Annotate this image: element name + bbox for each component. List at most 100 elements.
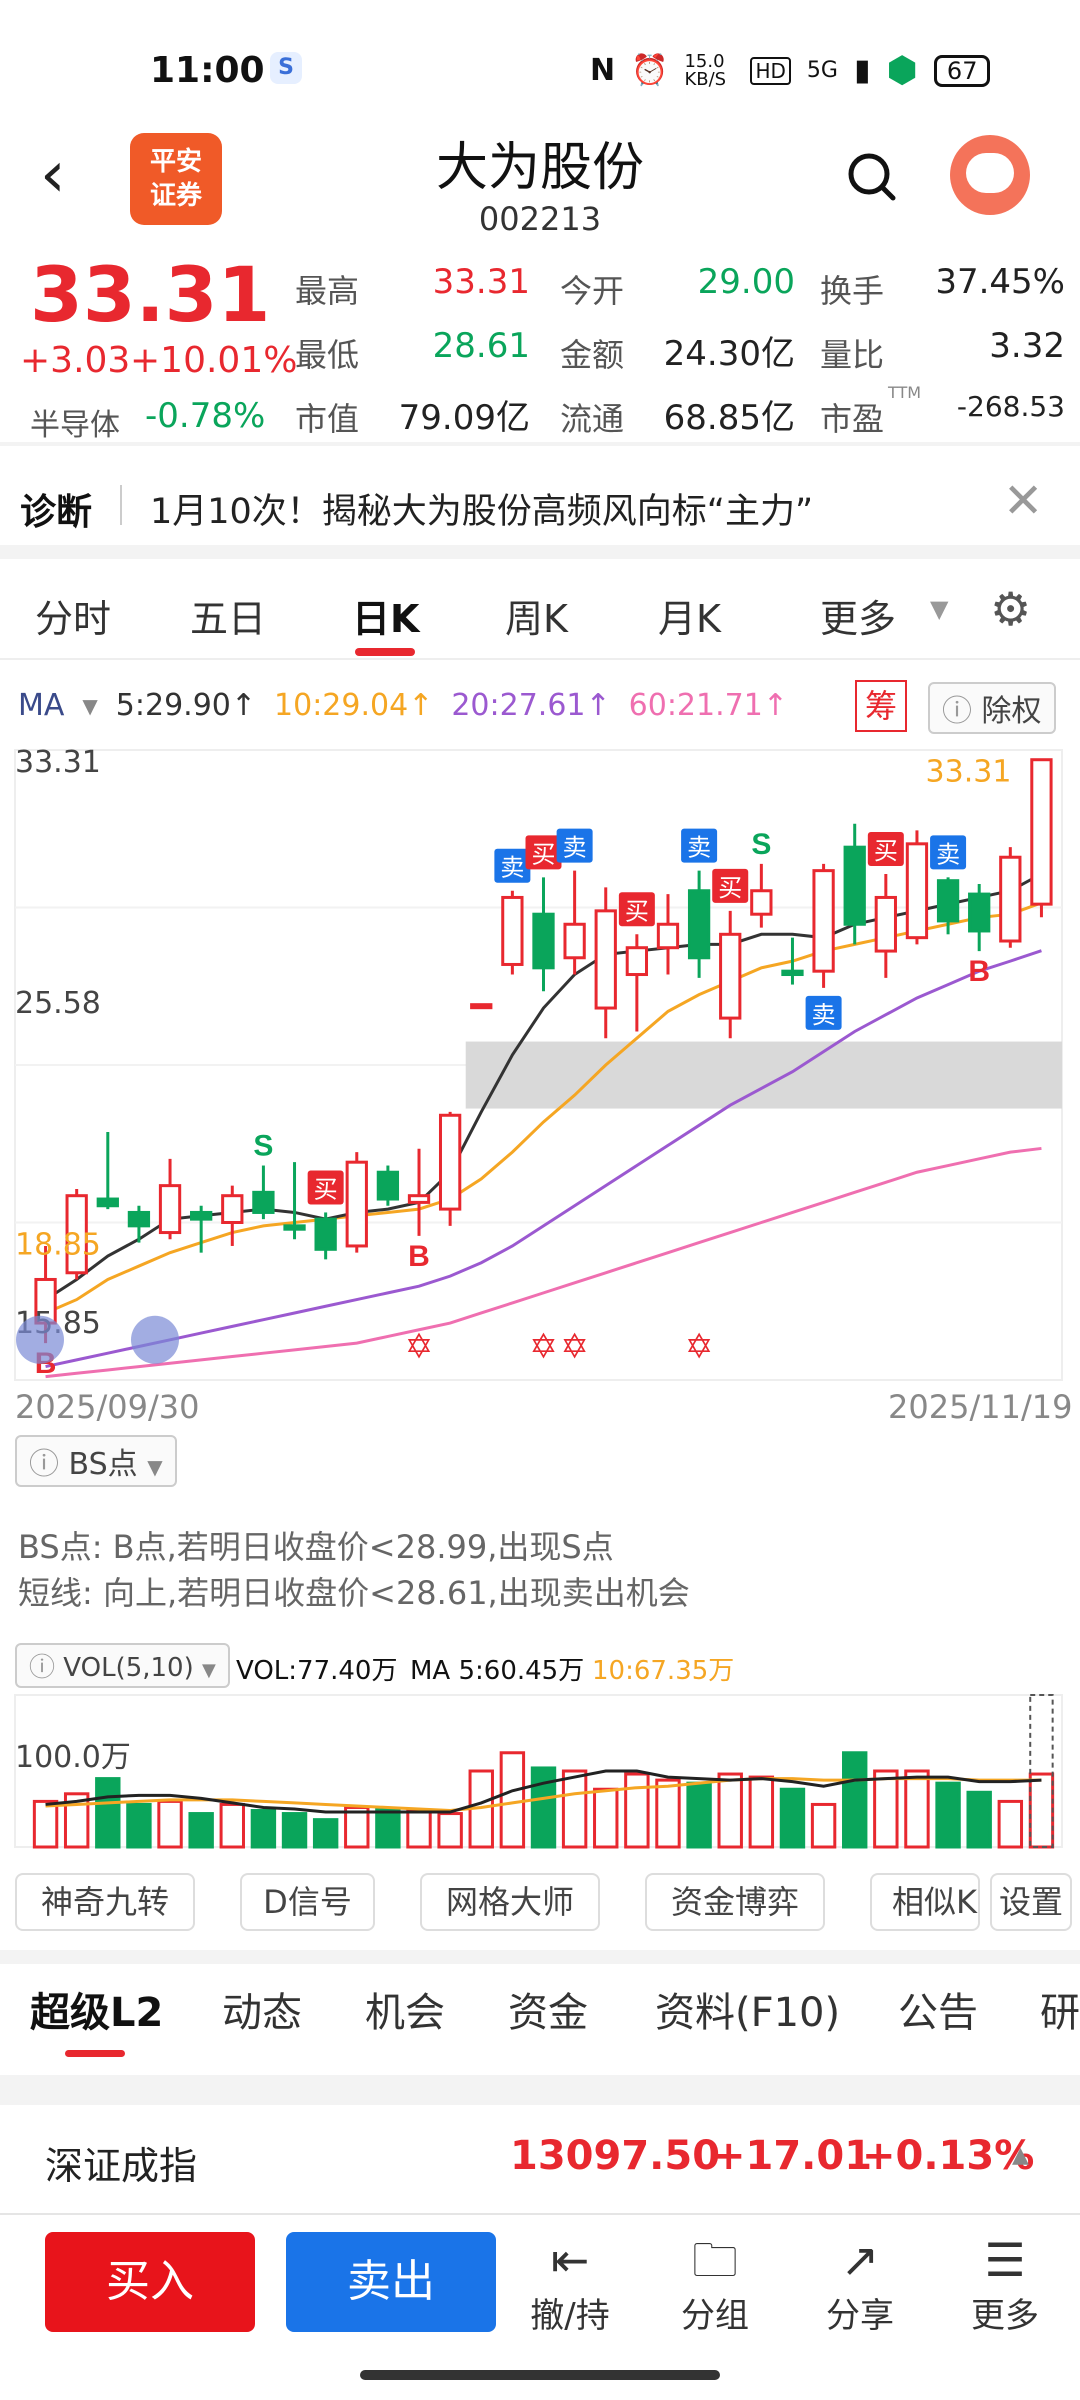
signal-sell: 卖	[500, 854, 524, 882]
tab-five-day[interactable]: 五日	[190, 588, 266, 643]
close-icon[interactable]: ✕	[1003, 473, 1043, 529]
ma20-value: 20:27.61↑	[451, 688, 611, 723]
withdraw-icon: ⇤	[550, 2233, 590, 2287]
chevron-down-icon: ▼	[147, 1455, 163, 1479]
tool-fund-game[interactable]: 资金博弈	[645, 1873, 825, 1931]
volume-bar	[904, 1769, 930, 1849]
chevron-down-icon[interactable]: ▼	[82, 694, 97, 718]
assistant-avatar[interactable]	[950, 135, 1030, 215]
tab-weekly-k[interactable]: 周K	[505, 588, 568, 643]
volume-bar	[375, 1807, 401, 1849]
volume-bar	[530, 1766, 557, 1849]
candle-body	[501, 895, 524, 966]
quote-grid: 最高 33.31 今开 29.00 换手 37.45% 最低 28.61 金额 24.30亿 量比 3…	[295, 262, 1065, 442]
index-change-pct: +0.13%	[862, 2133, 1035, 2179]
volume-bar	[561, 1769, 588, 1849]
share-icon: ↗	[840, 2233, 880, 2287]
zoom-icon	[131, 1315, 179, 1364]
chevron-down-icon[interactable]: ▼	[930, 595, 948, 623]
volume-bar	[219, 1802, 245, 1849]
current-price: 33.31	[30, 250, 271, 339]
indicator-selector-label: BS点	[68, 1447, 138, 1482]
volume-selector[interactable]: ⓘ VOL(5,10) ▼	[15, 1643, 230, 1688]
sector-name[interactable]: 半导体	[30, 400, 120, 444]
diagnosis-text[interactable]: 1月10次！揭秘大为股份高频风向标“主力”	[150, 483, 813, 534]
tab-super-l2[interactable]: 超级L2	[30, 1980, 163, 2038]
network-type: 5G	[806, 58, 838, 83]
candlestick-chart[interactable]: ✡ ✡ ✡ ✡BS买B卖买卖买卖买S卖买 卖B33.3125.5815.8518.853…	[0, 740, 1080, 1420]
signal-buy: 买	[625, 897, 649, 925]
ma-legend[interactable]: MA ▼ 5:29.90↑ 10:29.04↑ 20:27.61↑ 60:21.…	[18, 688, 788, 723]
quote-value: 24.30亿	[663, 334, 795, 374]
volume-ma10: 10:67.35万	[592, 1656, 735, 1686]
signal-buy: 买	[718, 874, 742, 902]
candle-body	[905, 842, 929, 940]
ma-label[interactable]: MA	[18, 688, 64, 723]
volume-selector-label: VOL(5,10)	[63, 1653, 194, 1683]
tab-opportunity[interactable]: 机会	[365, 1980, 445, 2038]
volume-bar	[810, 1802, 837, 1849]
tool-settings[interactable]: 设置	[990, 1873, 1072, 1931]
signal-s: S	[253, 1130, 273, 1163]
sell-button[interactable]: 卖出	[286, 2232, 496, 2332]
chip-distribution-button[interactable]: 筹	[855, 680, 907, 732]
tool-magic-nine[interactable]: 神奇九转	[15, 1873, 195, 1931]
more-label: 更多	[971, 2296, 1039, 2336]
volume-bar	[686, 1781, 712, 1849]
tab-f10[interactable]: 资料(F10)	[655, 1980, 840, 2038]
active-tab-indicator	[65, 2050, 125, 2057]
candle-body	[345, 1160, 368, 1248]
star-marker: ✡	[405, 1327, 434, 1367]
volume-bar	[966, 1790, 992, 1849]
signal-buy: 买	[874, 837, 898, 865]
tab-research[interactable]: 研	[1040, 1980, 1080, 2038]
quote-label: 今开	[560, 272, 625, 310]
tab-more[interactable]: 更多	[820, 588, 896, 643]
tool-d-signal[interactable]: D信号	[240, 1873, 375, 1931]
signal-b: B	[968, 955, 990, 988]
volume-bar	[593, 1787, 619, 1849]
quote-value: 29.00	[697, 262, 795, 302]
diagnosis-label: 诊断	[20, 492, 93, 533]
candle-body	[968, 892, 991, 933]
tool-similar-k[interactable]: 相似K	[870, 1873, 980, 1931]
more-button[interactable]: ☰ 更多	[955, 2232, 1055, 2337]
chevron-up-icon[interactable]: ▲	[1012, 2143, 1029, 2168]
tab-funds[interactable]: 资金	[508, 1980, 588, 2038]
price-change: +3.03	[20, 340, 131, 381]
tab-monthly-k[interactable]: 月K	[658, 588, 721, 643]
candle-body	[874, 895, 897, 953]
group-button[interactable]: 🗀 分组	[665, 2232, 765, 2337]
ex-right-button[interactable]: ⓘ 除权	[928, 682, 1056, 734]
divider	[0, 2213, 1080, 2215]
net-speed: 15.0 KB/S	[684, 50, 727, 90]
signal-buy: 买	[532, 840, 556, 868]
status-time: 11:00	[150, 50, 265, 91]
signal-icon: ▮	[853, 53, 871, 88]
share-button[interactable]: ↗ 分享	[810, 2232, 910, 2337]
sector-change[interactable]: -0.78%	[145, 396, 265, 436]
tool-grid-master[interactable]: 网格大师	[420, 1873, 600, 1931]
diagnosis-banner[interactable]: 诊断 1月10次！揭秘大为股份高频风向标“主力” ✕	[0, 455, 1080, 550]
home-indicator	[360, 2370, 720, 2380]
indicator-selector[interactable]: ⓘ BS点 ▼	[15, 1435, 177, 1487]
indicator-line-2: 短线: 向上,若明日收盘价<28.61,出现卖出机会	[18, 1574, 690, 1612]
volume-chart[interactable]: 100.0万	[0, 1685, 1080, 1855]
signal-sell: 卖	[812, 1001, 836, 1029]
tab-news[interactable]: 动态	[222, 1980, 302, 2038]
index-change: +17.01	[712, 2133, 873, 2179]
buy-button[interactable]: 买入	[45, 2232, 255, 2332]
candle-body	[936, 879, 960, 923]
withdraw-hold-button[interactable]: ⇤ 撤/持	[520, 2232, 620, 2337]
tab-daily-k[interactable]: 日K	[352, 588, 419, 643]
search-icon[interactable]	[845, 150, 897, 202]
candle-body	[127, 1210, 151, 1228]
signal-buy: 买	[314, 1175, 338, 1203]
gear-icon[interactable]: ⚙	[990, 582, 1031, 636]
tab-intraday[interactable]: 分时	[35, 588, 111, 643]
ma10-value: 10:29.04↑	[274, 688, 434, 723]
tab-announcements[interactable]: 公告	[898, 1980, 978, 2038]
index-ticker[interactable]: 深证成指 13097.50 +17.01 +0.13% ▲	[0, 2105, 1080, 2215]
volume-bar	[157, 1799, 183, 1849]
signal-sell: 卖	[563, 834, 587, 862]
